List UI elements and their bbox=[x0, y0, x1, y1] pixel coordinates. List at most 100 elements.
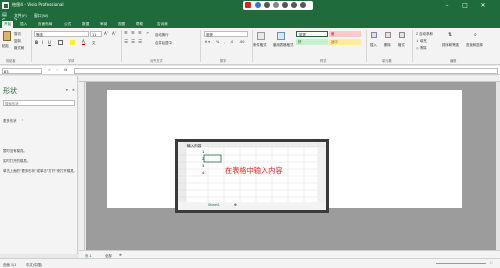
divider bbox=[200, 30, 201, 62]
percent-icon[interactable]: % bbox=[216, 40, 219, 44]
pane-collapse-icon[interactable]: ▾ bbox=[66, 88, 68, 92]
grow-font-icon[interactable]: A˄ bbox=[104, 31, 109, 36]
format-cells-icon bbox=[399, 32, 405, 38]
style-bad[interactable]: 差 bbox=[329, 31, 361, 37]
cell-header[interactable]: 输入内容 bbox=[187, 144, 201, 149]
tab-formulas[interactable]: 公式 bbox=[64, 21, 71, 28]
cut-button[interactable]: 剪切 bbox=[14, 31, 21, 36]
italic-icon[interactable]: I bbox=[42, 40, 43, 45]
tab-page-layout[interactable]: 页面布局 bbox=[38, 21, 52, 28]
tab-help[interactable]: 帮助 bbox=[136, 21, 143, 28]
cell-value-4[interactable]: 4 bbox=[202, 171, 204, 175]
mic-icon[interactable] bbox=[282, 2, 288, 8]
font-color-icon[interactable]: A bbox=[82, 39, 85, 45]
chevron-right-icon[interactable]: › bbox=[22, 118, 23, 122]
merge-center-button[interactable]: 合并后居中 bbox=[155, 40, 172, 45]
search-shapes-input[interactable]: 搜索形状 bbox=[3, 100, 75, 106]
format-painter-button[interactable]: 格式刷 bbox=[14, 45, 24, 50]
status-language[interactable]: 中文(中国) bbox=[26, 262, 42, 267]
shrink-font-icon[interactable]: A˅ bbox=[112, 31, 117, 36]
style-neutral[interactable]: 适中 bbox=[329, 39, 361, 45]
underline-icon[interactable]: U bbox=[48, 40, 51, 45]
paste-button[interactable]: 粘贴 bbox=[2, 43, 9, 48]
maximize-button[interactable]: □ bbox=[458, 0, 472, 11]
align-center-icon[interactable]: ☰ bbox=[131, 40, 135, 45]
tab-insert[interactable]: 插入 bbox=[20, 21, 27, 28]
keyboard-icon[interactable] bbox=[291, 2, 297, 8]
fill-color-icon[interactable] bbox=[70, 40, 75, 45]
tab-review[interactable]: 审阅 bbox=[100, 21, 107, 28]
font-size-select[interactable]: 11 bbox=[90, 31, 102, 37]
paste-icon[interactable] bbox=[3, 31, 11, 41]
tab-tell-me[interactable]: 告诉我 bbox=[157, 21, 168, 28]
add-sheet-icon[interactable]: ⊕ bbox=[234, 203, 237, 207]
currency-icon[interactable]: ¥ ▾ bbox=[205, 40, 210, 44]
clear-button[interactable]: ◇ 清除 bbox=[416, 45, 426, 50]
orientation-icon[interactable]: ↗ bbox=[146, 31, 149, 35]
font-name-select[interactable]: 等线 bbox=[34, 31, 89, 37]
punct-icon[interactable] bbox=[264, 2, 270, 8]
format-button[interactable]: 格式 bbox=[398, 42, 405, 47]
align-middle-icon[interactable]: ≡ bbox=[131, 31, 135, 36]
vertical-scrollbar[interactable] bbox=[496, 82, 500, 254]
fit-page-icon[interactable]: ⛶ bbox=[490, 261, 492, 265]
find-select-button[interactable]: 查找和选择 bbox=[466, 42, 483, 47]
skin-icon[interactable] bbox=[300, 2, 306, 8]
menu-window[interactable]: 窗口(W) bbox=[34, 13, 48, 19]
align-bottom-icon[interactable]: ≡ bbox=[138, 31, 142, 36]
align-left-icon[interactable]: ☰ bbox=[124, 40, 128, 45]
ime-toolbar[interactable] bbox=[243, 1, 313, 10]
minimize-button[interactable]: – bbox=[440, 0, 454, 11]
divider bbox=[366, 30, 367, 62]
align-right-icon[interactable]: ☰ bbox=[138, 40, 142, 45]
fill-button[interactable]: ↓ 填充 bbox=[416, 38, 427, 43]
tab-data[interactable]: 数据 bbox=[82, 21, 89, 28]
format-as-table-button[interactable]: 套用表格格式 bbox=[273, 42, 293, 47]
vertical-ruler bbox=[79, 82, 85, 254]
insert-button[interactable]: 插入 bbox=[370, 42, 377, 47]
close-button[interactable]: ✕ bbox=[476, 0, 490, 11]
autosum-button[interactable]: Σ 自动求和 bbox=[416, 31, 433, 36]
number-format-select[interactable]: 常规 bbox=[204, 31, 248, 37]
align-top-icon[interactable]: ≡ bbox=[124, 31, 128, 36]
cell-value-1[interactable]: 1 bbox=[202, 150, 204, 154]
title-bar: 绘图4 - Visio Professional – □ ✕ bbox=[0, 0, 500, 11]
comma-icon[interactable]: , bbox=[224, 40, 225, 44]
more-shapes-link[interactable]: 更多形状 bbox=[3, 118, 17, 123]
formula-input[interactable] bbox=[74, 67, 498, 74]
cells-group-label: 单元格 bbox=[382, 59, 392, 63]
style-good[interactable]: 好 bbox=[296, 39, 328, 45]
emoji-icon[interactable] bbox=[273, 2, 279, 8]
enter-icon[interactable]: ✓ bbox=[56, 68, 59, 72]
name-box[interactable]: B3 bbox=[2, 67, 42, 74]
tab-view[interactable]: 视图 bbox=[118, 21, 125, 28]
cancel-icon[interactable]: ✕ bbox=[48, 68, 51, 72]
visio-logo-icon bbox=[2, 2, 9, 9]
add-page-icon[interactable]: ⊕ bbox=[119, 253, 122, 257]
cell-value-3[interactable]: 3 bbox=[202, 164, 204, 168]
style-normal[interactable]: 常规 bbox=[296, 31, 328, 37]
border-icon[interactable] bbox=[58, 40, 63, 45]
sort-filter-button[interactable]: 排序和筛选 bbox=[442, 42, 459, 47]
shapes-pane: 形状 ▾ ✕ 搜索形状 更多形状 › 暂时没有模具。 实时打开的模具。 单击上面… bbox=[0, 76, 78, 254]
conditional-format-button[interactable]: 条件格式 bbox=[253, 42, 267, 47]
zoom-slider[interactable] bbox=[436, 263, 486, 264]
no-stencils-text: 暂时没有模具。 bbox=[3, 149, 27, 153]
copy-button[interactable]: 复制 bbox=[14, 38, 21, 43]
wrap-text-button[interactable]: 自动换行 bbox=[155, 32, 169, 37]
tab-home[interactable]: 开始 bbox=[2, 21, 14, 28]
fx-icon[interactable]: fx bbox=[64, 68, 67, 72]
cell-value-2[interactable]: 2 bbox=[202, 157, 204, 161]
sheet-tab[interactable]: Sheet1 bbox=[208, 203, 220, 207]
ime-mode-icon[interactable] bbox=[255, 2, 261, 8]
pane-close-icon[interactable]: ✕ bbox=[72, 88, 75, 92]
formula-bar: B3 ✕ ✓ fx bbox=[0, 66, 500, 75]
clipboard-group-label: 剪贴板 bbox=[6, 59, 16, 63]
delete-button[interactable]: 删除 bbox=[384, 42, 391, 47]
status-page[interactable]: 页面 1/1 bbox=[3, 262, 16, 267]
increase-decimal-icon[interactable]: .0 bbox=[230, 40, 233, 44]
page-tabs-bar: 页-1 全部 ⊕ bbox=[79, 250, 500, 258]
bold-icon[interactable]: B bbox=[35, 40, 38, 45]
decrease-decimal-icon[interactable]: .00 bbox=[239, 40, 244, 44]
phonetic-icon[interactable]: 文 bbox=[92, 40, 95, 45]
